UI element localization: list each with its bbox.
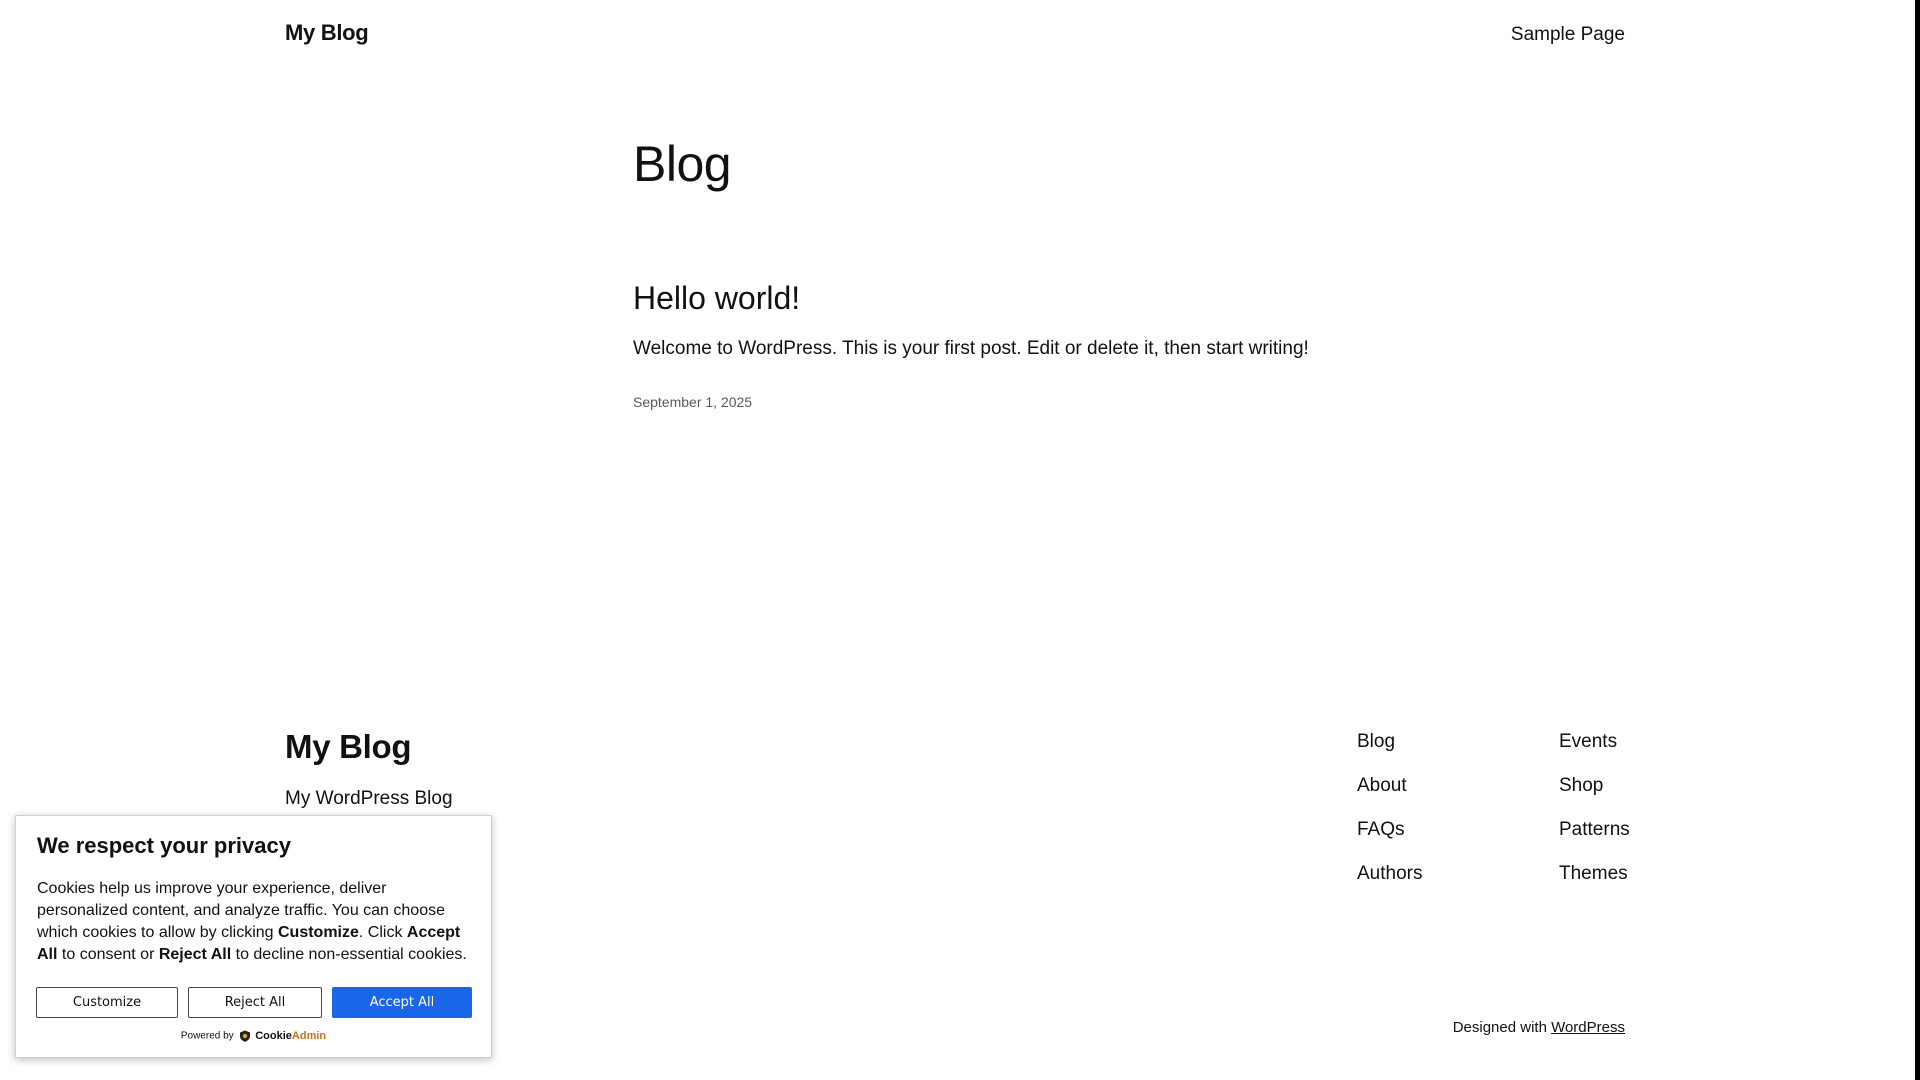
accept-all-button[interactable]: Accept All bbox=[332, 987, 472, 1018]
powered-by-label: Powered by bbox=[180, 1030, 234, 1042]
credit-prefix: Designed with bbox=[1452, 1019, 1547, 1036]
scrollbar-edge bbox=[1915, 0, 1920, 1080]
powered-by: Powered by CookieAdmin bbox=[16, 1030, 491, 1042]
post-title: Hello world! bbox=[633, 280, 800, 317]
footer-link-themes[interactable]: Themes bbox=[1559, 863, 1628, 884]
footer-tagline: My WordPress Blog bbox=[285, 788, 453, 809]
post-excerpt: Welcome to WordPress. This is your first… bbox=[633, 338, 1309, 359]
customize-button[interactable]: Customize bbox=[36, 987, 178, 1018]
reject-all-button[interactable]: Reject All bbox=[188, 987, 322, 1018]
footer-link-authors[interactable]: Authors bbox=[1357, 863, 1422, 884]
footer-link-patterns[interactable]: Patterns bbox=[1559, 819, 1630, 840]
cookie-banner-heading: We respect your privacy bbox=[37, 833, 291, 858]
footer-link-events[interactable]: Events bbox=[1559, 731, 1617, 752]
footer-link-blog[interactable]: Blog bbox=[1357, 731, 1395, 752]
cookieadmin-logo-part-2: Admin bbox=[291, 1030, 327, 1042]
cookieadmin-logo-part-1: Cookie bbox=[255, 1030, 292, 1042]
wordpress-link[interactable]: WordPress bbox=[1551, 1019, 1625, 1036]
footer-link-shop[interactable]: Shop bbox=[1559, 775, 1603, 796]
shield-icon bbox=[239, 1030, 251, 1042]
site-title-link[interactable]: My Blog bbox=[285, 20, 369, 46]
footer-link-faqs[interactable]: FAQs bbox=[1357, 819, 1405, 840]
cookie-consent-banner: We respect your privacy Cookies help us … bbox=[15, 815, 492, 1058]
footer-site-title[interactable]: My Blog bbox=[285, 728, 412, 766]
footer-nav-column-2: Events Shop Patterns Themes bbox=[1559, 731, 1630, 907]
nav-link-sample-page[interactable]: Sample Page bbox=[1511, 24, 1625, 46]
post-title-link[interactable]: Hello world! bbox=[633, 280, 800, 316]
post-date: September 1, 2025 bbox=[633, 394, 753, 410]
footer-nav-column-1: Blog About FAQs Authors bbox=[1357, 731, 1422, 907]
footer-link-about[interactable]: About bbox=[1357, 775, 1407, 796]
page-title: Blog bbox=[633, 136, 732, 192]
cookie-banner-text: Cookies help us improve your experience,… bbox=[37, 880, 467, 963]
footer-credit: Designed with WordPress bbox=[1453, 1019, 1625, 1036]
